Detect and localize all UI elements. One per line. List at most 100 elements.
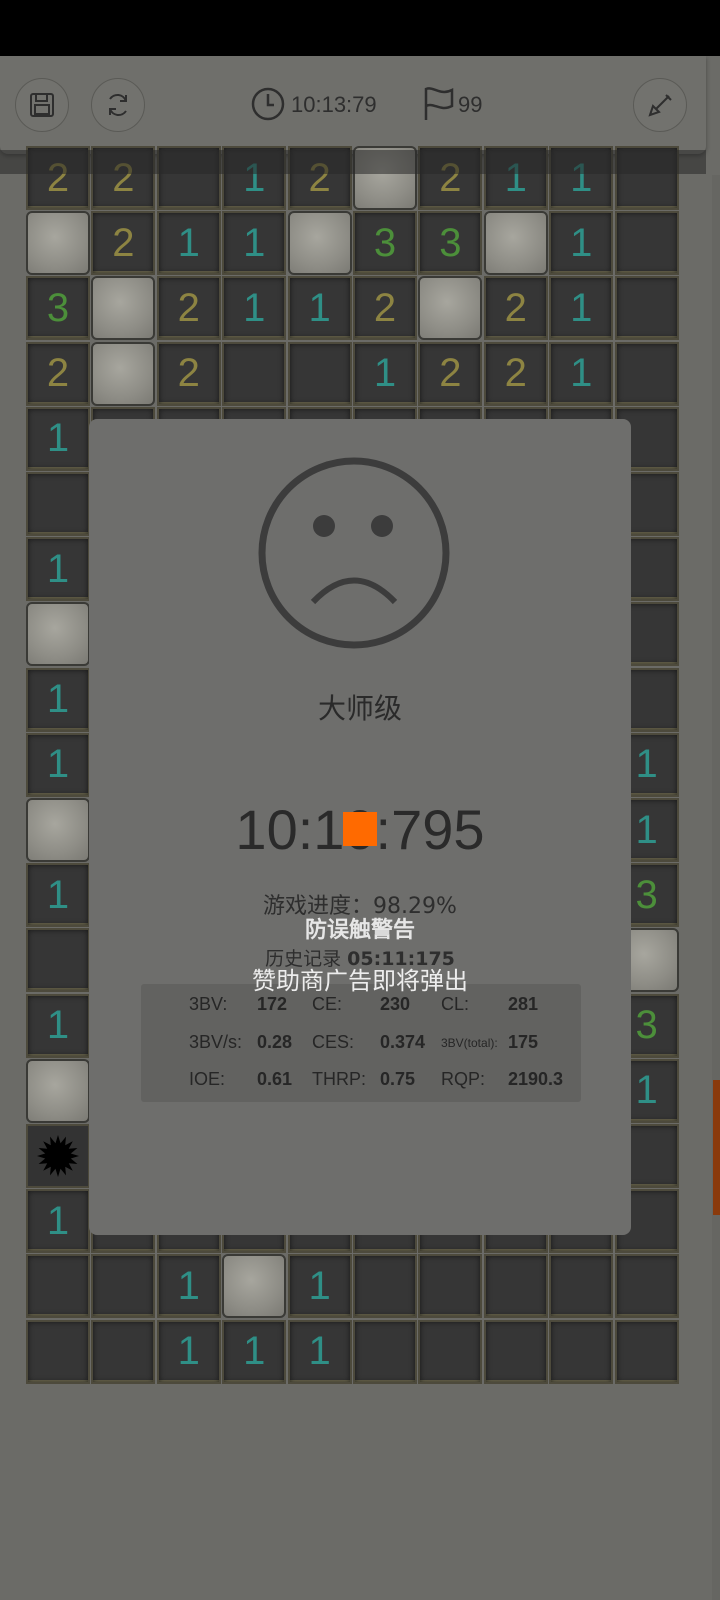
stat-rqp-value: 2190.3 (508, 1069, 564, 1089)
stat-3bvs-value: 0.28 (257, 1032, 293, 1052)
covered-cell[interactable] (26, 602, 90, 667)
number-cell[interactable]: 1 (549, 341, 614, 406)
number-cell[interactable]: 1 (287, 1319, 352, 1384)
number-cell[interactable]: 1 (26, 993, 90, 1058)
top-toolbar: 10:13:79 99 (0, 56, 706, 154)
empty-cell[interactable] (353, 1254, 417, 1319)
covered-cell[interactable] (418, 276, 483, 341)
number-cell[interactable]: 1 (26, 1189, 90, 1254)
empty-cell[interactable] (614, 276, 679, 341)
warning-text: 赞助商广告即将弹出 (252, 967, 468, 995)
restart-button[interactable] (91, 78, 145, 132)
number-cell[interactable]: 2 (483, 341, 548, 406)
stat-cl-value: 281 (508, 994, 539, 1014)
covered-cell[interactable] (26, 1058, 90, 1123)
number-cell[interactable]: 2 (483, 276, 548, 341)
stat-ces-value: 0.374 (380, 1032, 426, 1052)
number-cell[interactable]: 1 (26, 537, 90, 602)
mine-cell[interactable] (26, 1124, 90, 1188)
number-cell[interactable]: 1 (26, 732, 90, 797)
stat-thrp-value: 0.75 (380, 1069, 416, 1089)
toolbar-shadow (0, 150, 706, 174)
empty-cell[interactable] (91, 1254, 156, 1319)
empty-cell[interactable] (26, 1319, 90, 1384)
stat-ioe-label: IOE: (189, 1069, 226, 1089)
mine-icon (37, 1135, 79, 1177)
number-cell[interactable]: 2 (156, 276, 221, 341)
number-cell[interactable]: 1 (222, 276, 287, 341)
game-timer: 10:13:79 (291, 92, 377, 117)
number-cell[interactable]: 3 (353, 211, 417, 276)
stat-rqp-label: RQP: (441, 1069, 486, 1089)
covered-cell[interactable] (287, 211, 352, 276)
difficulty-label: 大师级 (317, 692, 402, 725)
number-cell[interactable]: 1 (549, 211, 614, 276)
flag-count: 99 (458, 92, 483, 117)
covered-cell[interactable] (91, 276, 156, 341)
orange-marker (343, 812, 377, 846)
empty-cell[interactable] (614, 341, 679, 406)
clock-icon (251, 87, 285, 121)
save-button[interactable] (15, 78, 69, 132)
empty-cell[interactable] (91, 1319, 156, 1384)
right-edge (712, 175, 720, 1600)
covered-cell[interactable] (483, 211, 548, 276)
number-cell[interactable]: 3 (418, 211, 483, 276)
number-cell[interactable]: 3 (26, 276, 90, 341)
empty-cell[interactable] (26, 1254, 90, 1319)
number-cell[interactable]: 1 (353, 341, 417, 406)
number-cell[interactable]: 1 (549, 276, 614, 341)
number-cell[interactable]: 2 (26, 341, 90, 406)
dig-mode-button[interactable] (633, 78, 687, 132)
covered-cell[interactable] (222, 1254, 287, 1319)
number-cell[interactable]: 1 (222, 1319, 287, 1384)
number-cell[interactable]: 2 (418, 341, 483, 406)
number-cell[interactable]: 1 (222, 211, 287, 276)
number-cell[interactable]: 2 (91, 211, 156, 276)
empty-cell[interactable] (483, 1254, 548, 1319)
status-bar (0, 0, 720, 56)
stat-3bv-label: 3BV: (189, 994, 228, 1014)
empty-cell[interactable] (614, 211, 679, 276)
empty-cell[interactable] (353, 1319, 417, 1384)
stat-thrp-label: THRP: (312, 1069, 366, 1089)
stat-ioe-value: 0.61 (257, 1069, 293, 1089)
covered-cell[interactable] (26, 798, 90, 862)
empty-cell[interactable] (614, 1254, 679, 1319)
empty-cell[interactable] (614, 1319, 679, 1384)
sad-face-icon (258, 457, 450, 649)
refresh-icon (109, 94, 127, 116)
empty-cell[interactable] (287, 341, 352, 406)
empty-cell[interactable] (26, 472, 90, 536)
covered-cell[interactable] (91, 341, 156, 406)
stat-cl-label: CL: (441, 994, 470, 1014)
empty-cell[interactable] (418, 1254, 483, 1319)
empty-cell[interactable] (418, 1319, 483, 1384)
number-cell[interactable]: 1 (156, 211, 221, 276)
stats-panel: 3BV: 172 CE: 230 CL: 281 3BV/s: 0.28 CES… (141, 984, 581, 1102)
number-cell[interactable]: 1 (287, 1254, 352, 1319)
number-cell[interactable]: 1 (287, 276, 352, 341)
number-cell[interactable]: 1 (156, 1254, 221, 1319)
number-cell[interactable]: 1 (156, 1319, 221, 1384)
number-cell[interactable]: 1 (26, 406, 90, 471)
stat-ce-label: CE: (312, 994, 343, 1014)
empty-cell[interactable] (483, 1319, 548, 1384)
number-cell[interactable]: 1 (26, 667, 90, 732)
flag-icon (424, 87, 454, 120)
save-icon (30, 93, 54, 117)
covered-cell[interactable] (26, 211, 90, 276)
empty-cell[interactable] (549, 1319, 614, 1384)
stat-ce-value: 230 (380, 994, 411, 1014)
stat-3bvtotal-label: 3BV(total): (441, 1036, 498, 1050)
empty-cell[interactable] (549, 1254, 614, 1319)
warning-title: 防误触警告 (304, 918, 415, 943)
stat-ces-label: CES: (312, 1032, 355, 1052)
side-handle[interactable] (713, 1080, 720, 1215)
number-cell[interactable]: 2 (156, 341, 221, 406)
empty-cell[interactable] (222, 341, 287, 406)
shovel-icon (648, 94, 672, 117)
number-cell[interactable]: 2 (353, 276, 417, 341)
stat-3bvtotal-value: 175 (508, 1032, 539, 1052)
stat-3bvs-label: 3BV/s: (189, 1032, 243, 1052)
